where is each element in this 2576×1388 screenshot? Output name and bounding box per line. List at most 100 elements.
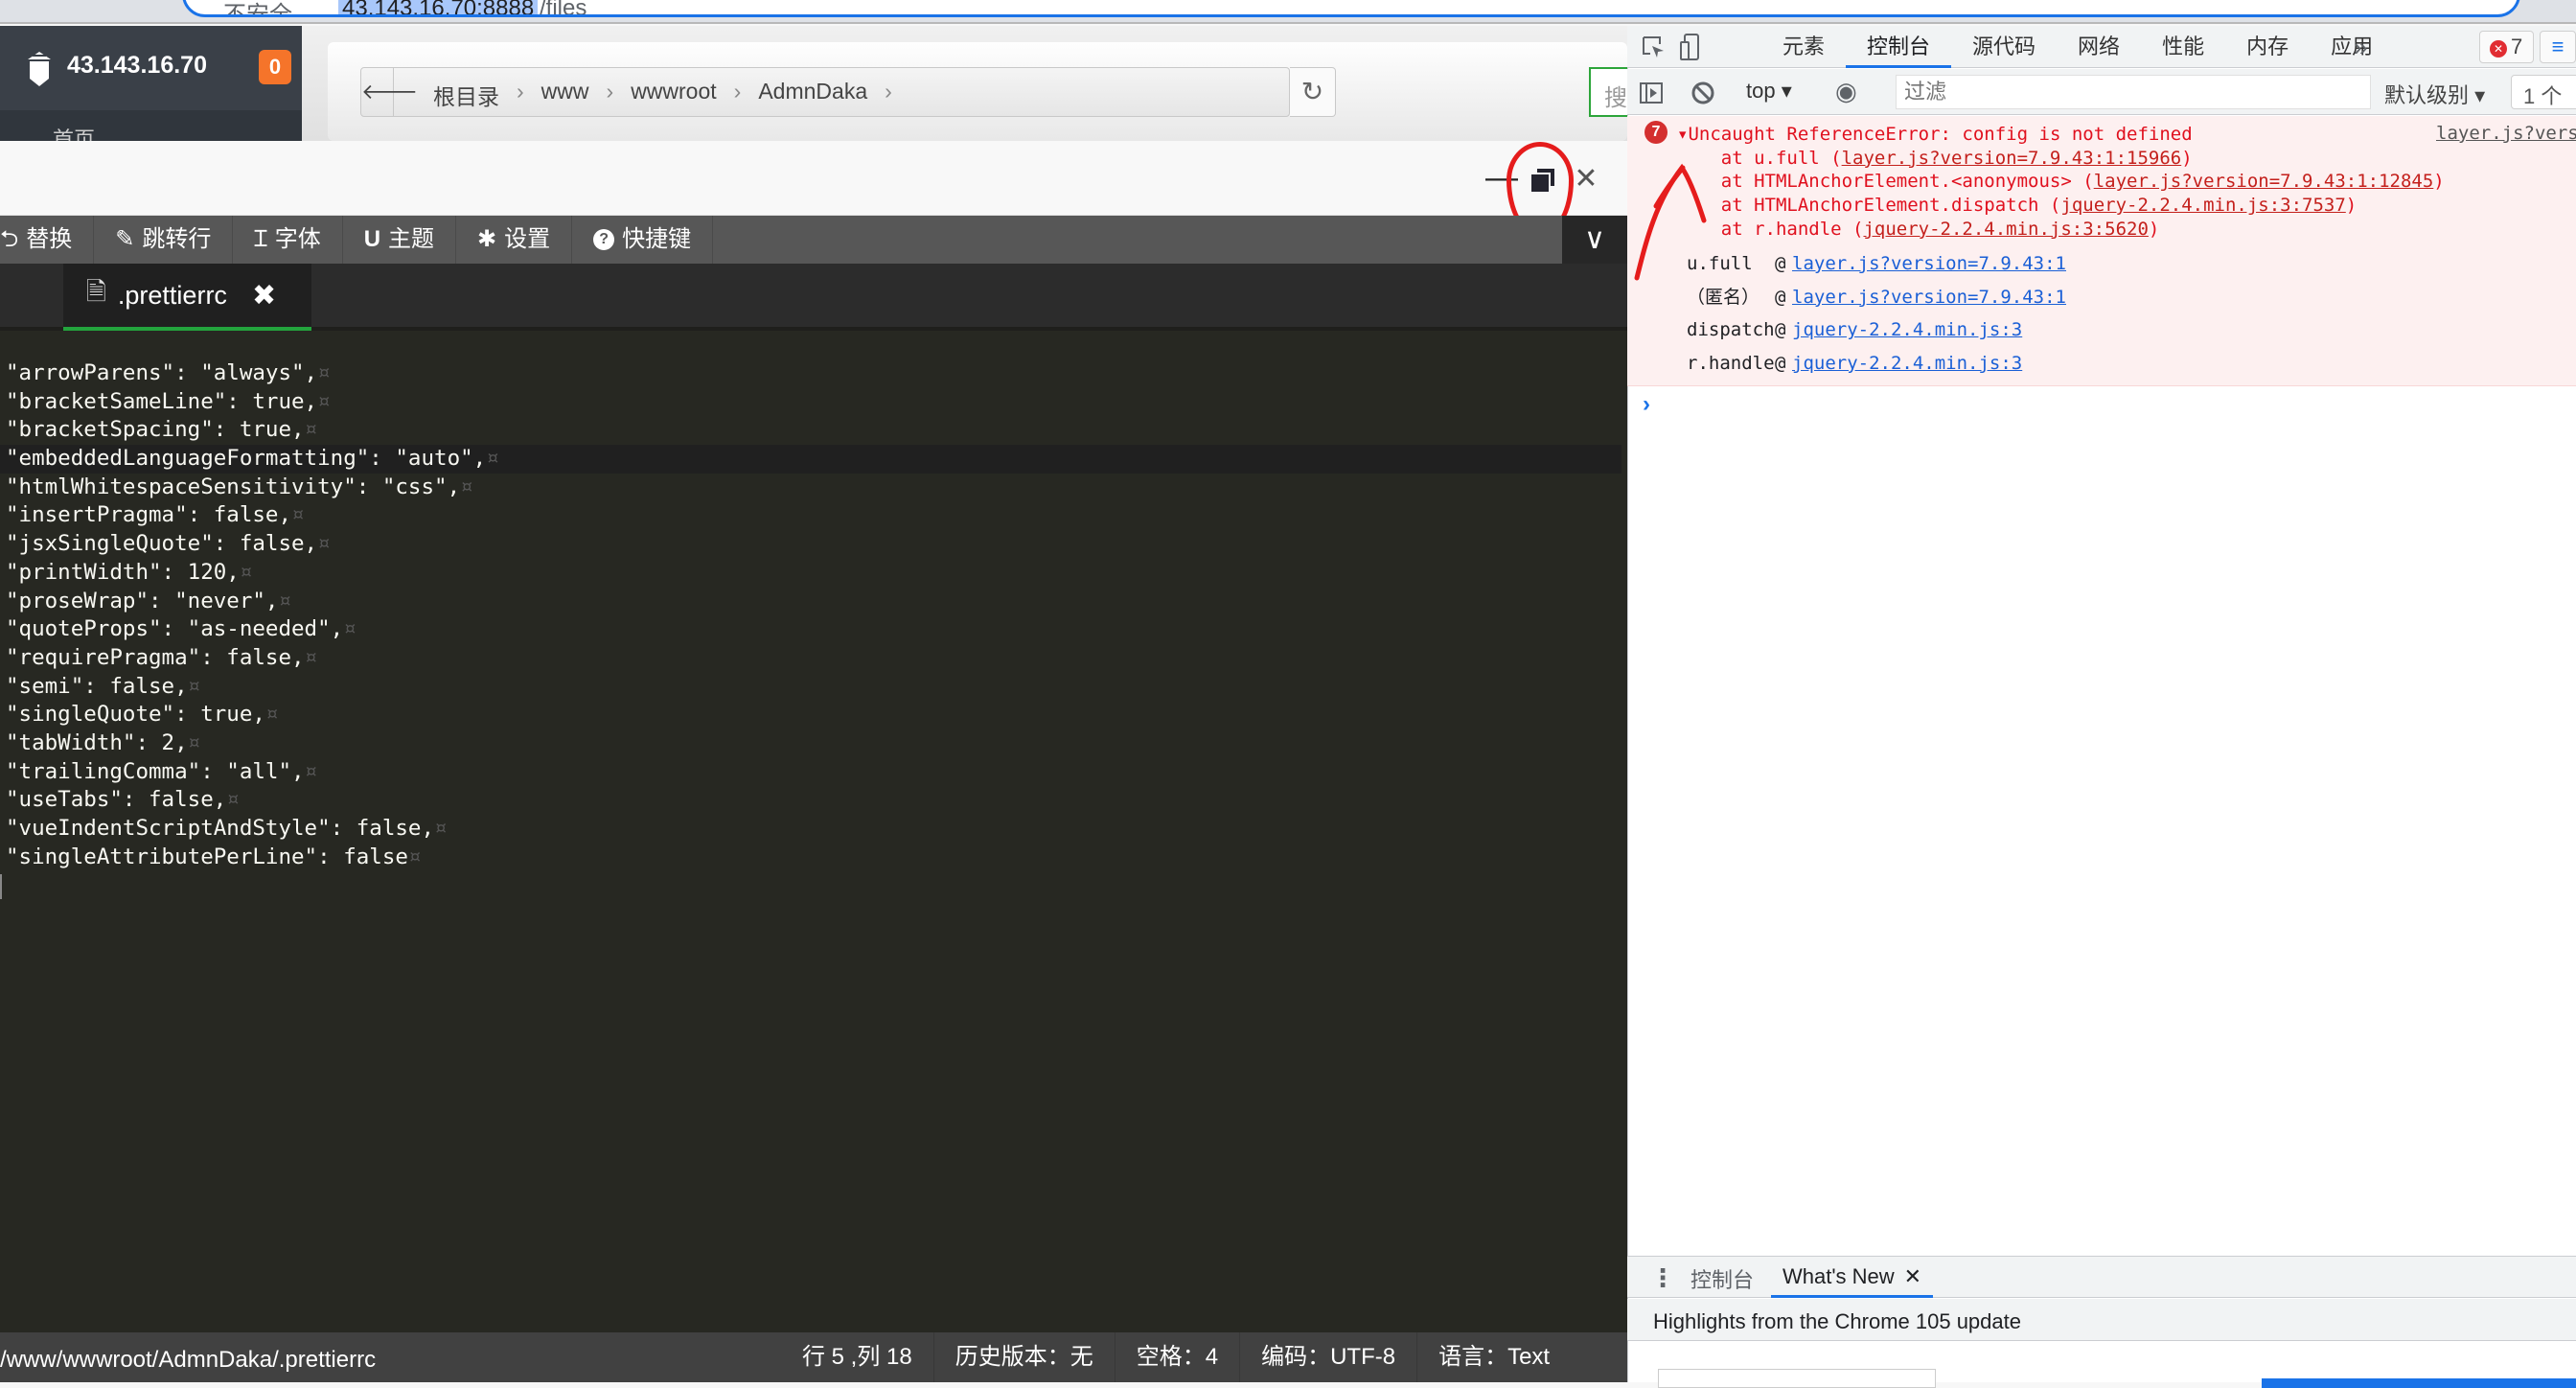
back-arrow-icon[interactable]: 🡐 xyxy=(361,68,418,116)
more-tabs-icon[interactable]: » xyxy=(2354,33,2367,62)
breadcrumb-items: 根目录 › www › wwwroot › AdmnDaka › xyxy=(433,79,892,111)
tab-console[interactable]: 控制台 xyxy=(1846,26,1952,68)
status-indent[interactable]: 空格：4 xyxy=(1114,1332,1239,1382)
whats-new-banner[interactable] xyxy=(2262,1378,2576,1388)
code-line[interactable]: "jsxSingleQuote": false,¤ xyxy=(6,530,1622,559)
eol-marker: ¤ xyxy=(486,446,499,472)
stack-link[interactable]: layer.js?version=7.9.43:1 xyxy=(1792,247,2066,281)
address-bar[interactable]: 不安全 43.143.16.70:8888 /files xyxy=(182,0,2520,17)
issues-icon[interactable]: ≡ xyxy=(2540,31,2576,63)
drawer-menu-icon[interactable]: ⋮ xyxy=(1650,1263,1675,1293)
trace-link[interactable]: layer.js?version=7.9.43:1:12845 xyxy=(2094,171,2434,192)
status-history[interactable]: 历史版本：无 xyxy=(932,1332,1115,1382)
stack-link[interactable]: jquery-2.2.4.min.js:3 xyxy=(1792,313,2022,347)
eol-marker: ¤ xyxy=(291,502,305,528)
code-line[interactable]: "requirePragma": false,¤ xyxy=(6,644,1622,673)
toolbar-theme[interactable]: U 主题 xyxy=(343,216,457,264)
stack-link[interactable]: jquery-2.2.4.min.js:3 xyxy=(1792,347,2022,381)
file-icon: 🗎 xyxy=(86,277,106,306)
breadcrumb-item[interactable]: 根目录 xyxy=(433,79,499,111)
sidebar-toggle-icon[interactable] xyxy=(1639,81,1664,105)
breadcrumb-item[interactable]: AdmnDaka xyxy=(758,79,867,111)
code-lines: "arrowParens": "always",¤ "bracketSameLin… xyxy=(0,359,1622,872)
code-line[interactable]: "insertPragma": false,¤ xyxy=(6,501,1622,530)
log-level-value: 默认级别 xyxy=(2384,83,2470,107)
code-line[interactable]: "trailingComma": "all",¤ xyxy=(6,758,1622,787)
console-filter-input[interactable] xyxy=(1896,75,2371,109)
code-line[interactable]: "useTabs": false,¤ xyxy=(6,786,1622,815)
chevron-right-icon: › xyxy=(733,79,742,104)
console-prompt[interactable]: › xyxy=(1643,391,1650,418)
chevron-down-icon[interactable]: ∨ xyxy=(1562,216,1627,264)
code-line[interactable]: "singleQuote": true,¤ xyxy=(6,701,1622,729)
stack-function: r.handle xyxy=(1687,352,1775,374)
clear-console-icon[interactable] xyxy=(1690,81,1715,105)
tab-performance[interactable]: 性能 xyxy=(2141,26,2225,68)
drawer-tab-whats-new[interactable]: What's New ✕ xyxy=(1771,1256,1934,1298)
context-select[interactable]: top ▾ xyxy=(1746,79,1792,104)
status-encoding[interactable]: 编码：UTF-8 xyxy=(1239,1332,1416,1382)
trace-link[interactable]: layer.js?version=7.9.43:1:15966 xyxy=(1842,148,2182,169)
toolbar-goto-line[interactable]: ✎ 跳转行 xyxy=(94,216,234,264)
file-tab[interactable]: 🗎 .prettierrc ✖ xyxy=(63,264,311,331)
tab-application[interactable]: 应用 xyxy=(2310,26,2394,68)
close-button[interactable]: ✕ xyxy=(1572,160,1600,198)
code-line[interactable]: "singleAttributePerLine": false¤ xyxy=(6,844,1622,872)
code-line[interactable]: "bracketSameLine": true,¤ xyxy=(6,388,1622,417)
log-level-select[interactable]: 默认级别 ▾ xyxy=(2384,79,2485,109)
eol-marker: ¤ xyxy=(407,844,422,869)
url-host: 43.143.16.70:8888 xyxy=(338,0,539,14)
trace-link[interactable]: jquery-2.2.4.min.js:3:5620 xyxy=(1863,219,2148,240)
breadcrumb-item[interactable]: wwwroot xyxy=(631,79,716,111)
code-line[interactable]: "tabWidth": 2,¤ xyxy=(6,729,1622,758)
trace-line: at HTMLAnchorElement.<anonymous> (layer.… xyxy=(1677,170,2445,194)
chevron-right-icon: › xyxy=(517,79,524,104)
code-line[interactable]: "arrowParens": "always",¤ xyxy=(6,359,1622,388)
tab-sources[interactable]: 源代码 xyxy=(1951,26,2057,68)
code-line[interactable]: "printWidth": 120,¤ xyxy=(6,559,1622,588)
drawer-tab-console[interactable]: 控制台 xyxy=(1690,1263,1754,1294)
inspect-element-icon[interactable] xyxy=(1641,35,1666,59)
device-toolbar-icon[interactable] xyxy=(1679,33,1702,61)
whats-new-card[interactable] xyxy=(1658,1369,1936,1388)
status-cursor-position[interactable]: 行 5 ,列 18 xyxy=(781,1332,933,1382)
eol-marker: ¤ xyxy=(278,588,292,613)
close-icon[interactable]: ✕ xyxy=(1904,1256,1921,1295)
url-path: /files xyxy=(540,0,587,17)
stack-link[interactable]: layer.js?version=7.9.43:1 xyxy=(1792,281,2066,314)
breadcrumb-item[interactable]: www xyxy=(541,79,589,111)
toolbar-settings[interactable]: ✱ 设置 xyxy=(456,216,573,264)
code-line[interactable]: "quoteProps": "as-needed",¤ xyxy=(6,615,1622,644)
chevron-right-icon: › xyxy=(606,79,614,104)
status-language[interactable]: 语言：Text xyxy=(1416,1332,1571,1382)
issues-count-button[interactable]: 1 个问 xyxy=(2511,75,2576,139)
code-line[interactable]: "htmlWhitespaceSensitivity": "css",¤ xyxy=(6,474,1622,502)
code-line[interactable]: "vueIndentScriptAndStyle": false,¤ xyxy=(6,815,1622,844)
close-tab-icon[interactable]: ✖ xyxy=(252,279,276,312)
tab-network[interactable]: 网络 xyxy=(2057,26,2141,68)
error-text: ▾Uncaught ReferenceError: config is not … xyxy=(1677,123,2445,242)
toolbar-replace[interactable]: ⮌ 替换 xyxy=(0,216,95,264)
toolbar-label: 主题 xyxy=(388,226,435,252)
eye-icon[interactable]: ◉ xyxy=(1835,77,1857,106)
toolbar-font[interactable]: Ɪ 字体 xyxy=(233,216,343,264)
error-source-link[interactable]: layer.js?vers xyxy=(2436,123,2576,144)
eol-marker: ¤ xyxy=(317,531,331,557)
trace-link[interactable]: jquery-2.2.4.min.js:3:7537 xyxy=(2060,195,2345,216)
code-editor[interactable]: "arrowParens": "always",¤ "bracketSameLin… xyxy=(0,331,1627,1332)
tab-elements[interactable]: 元素 xyxy=(1761,26,1846,68)
toolbar-shortcuts[interactable]: ? 快捷键 xyxy=(572,216,714,264)
security-indicator[interactable]: 不安全 xyxy=(223,0,292,14)
error-count-button[interactable]: ✕ 7 xyxy=(2479,31,2534,63)
call-stack: u.full @ layer.js?version=7.9.43:1 （匿名） @ lay… xyxy=(1687,247,2066,380)
error-message-line[interactable]: ▾Uncaught ReferenceError: config is not … xyxy=(1677,123,2445,147)
eol-marker: ¤ xyxy=(304,644,318,670)
notification-badge[interactable]: 0 xyxy=(259,50,291,84)
code-line[interactable]: "bracketSpacing": true,¤ xyxy=(6,416,1622,445)
code-line[interactable]: "semi": false,¤ xyxy=(6,673,1622,702)
eol-marker: ¤ xyxy=(304,417,318,443)
tab-memory[interactable]: 内存 xyxy=(2225,26,2310,68)
code-line[interactable]: "embeddedLanguageFormatting": "auto",¤ xyxy=(0,445,1622,474)
refresh-icon[interactable]: ↻ xyxy=(1290,67,1336,117)
code-line[interactable]: "proseWrap": "never",¤ xyxy=(6,588,1622,616)
